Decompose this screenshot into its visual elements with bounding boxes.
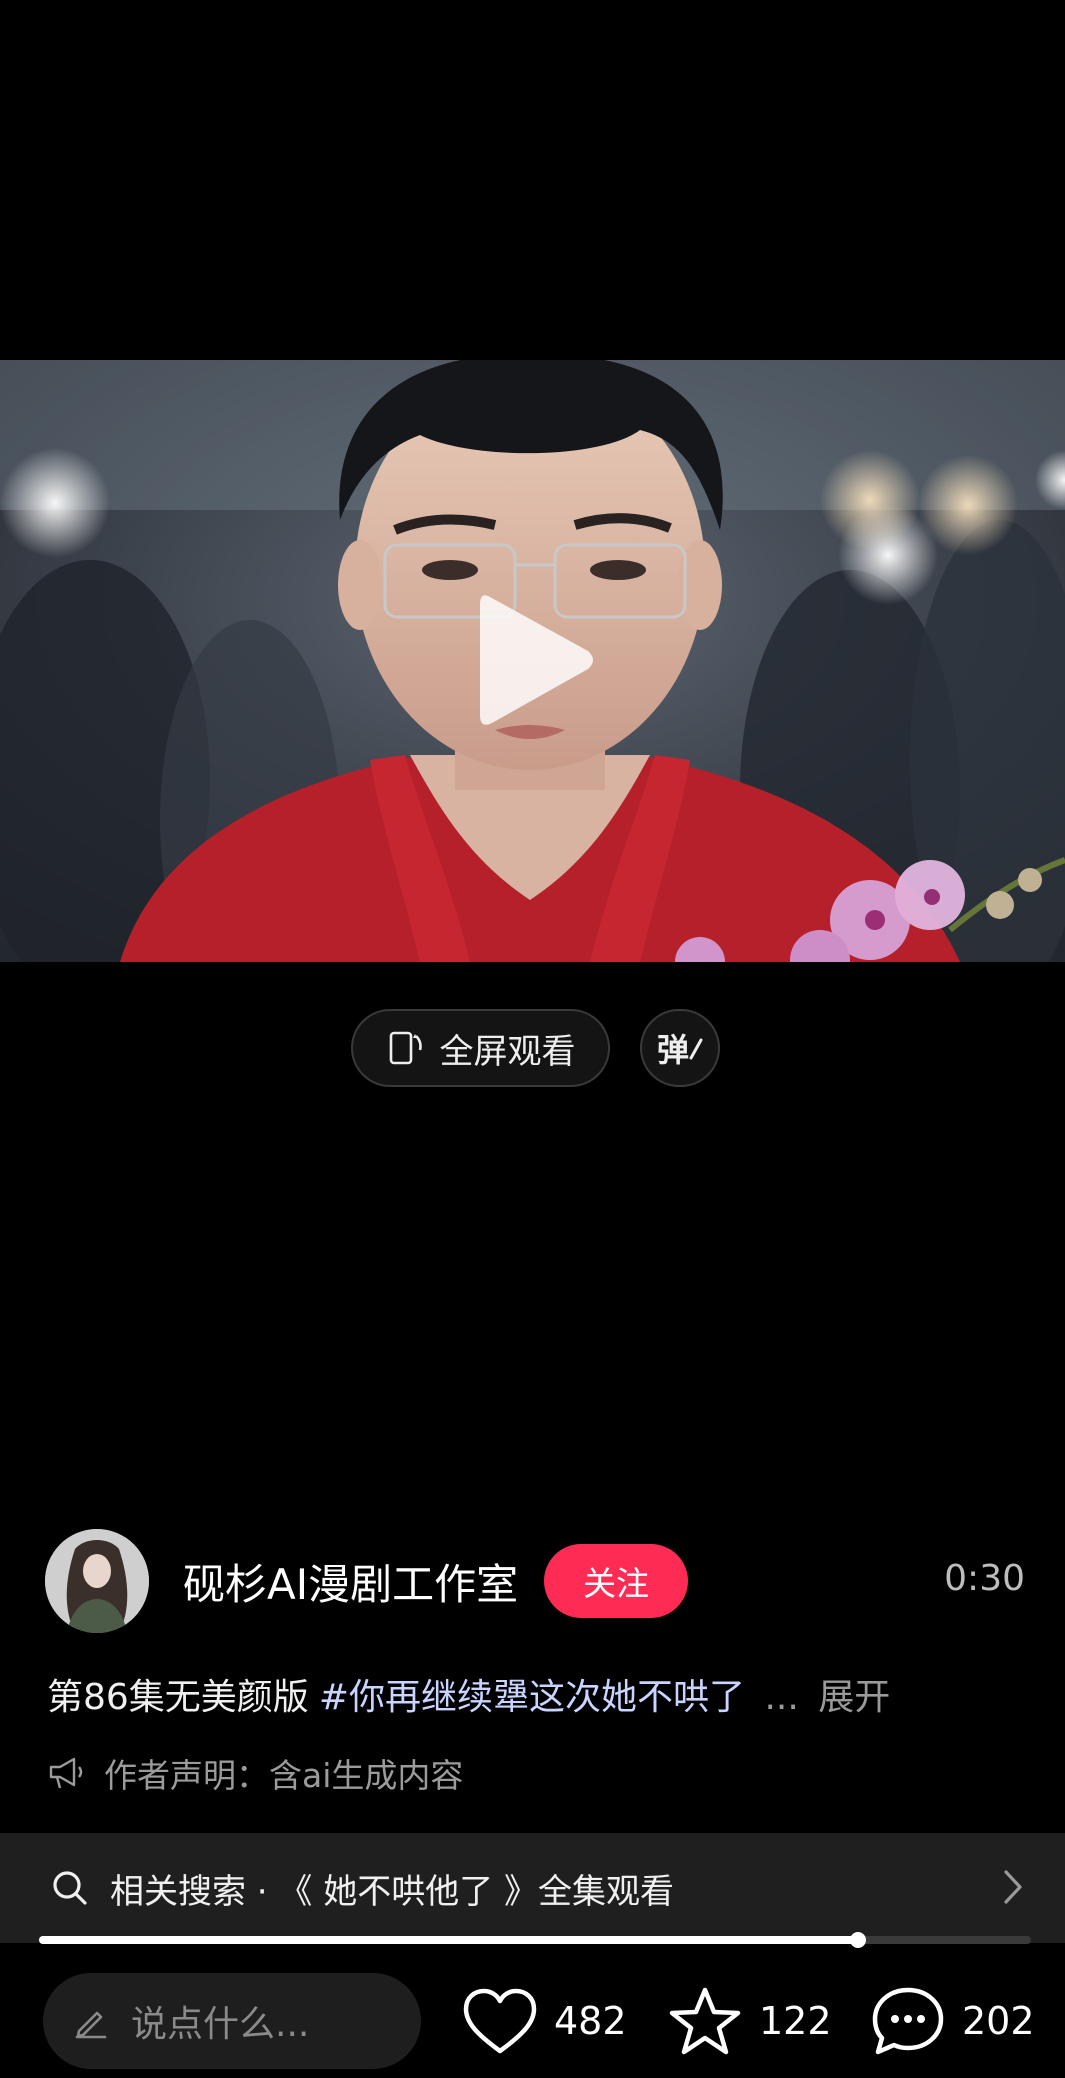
comment-bubble-icon bbox=[872, 1987, 944, 2055]
video-progress-knob[interactable] bbox=[850, 1932, 867, 1948]
comment-count: 202 bbox=[962, 1999, 1035, 2043]
follow-button[interactable]: 关注 bbox=[544, 1544, 689, 1618]
video-description: 第86集无美颜版 #你再继续犟这次她不哄了 ... 展开 bbox=[47, 1668, 1047, 1720]
favorite-count: 122 bbox=[759, 1999, 832, 2043]
expand-link[interactable]: 展开 bbox=[818, 1677, 890, 1718]
play-icon[interactable] bbox=[470, 585, 600, 735]
related-search-bar[interactable]: 相关搜索 · 《 她不哄他了 》全集观看 bbox=[0, 1833, 1065, 1943]
fullscreen-label: 全屏观看 bbox=[439, 1031, 576, 1072]
comment-placeholder: 说点什么... bbox=[131, 2004, 310, 2045]
favorite-button[interactable]: 122 bbox=[667, 1985, 832, 2057]
megaphone-icon bbox=[49, 1757, 83, 1789]
chevron-right-icon bbox=[1004, 1870, 1022, 1904]
danmu-edit-icon bbox=[689, 1038, 703, 1060]
description-ellipsis: ... bbox=[764, 1677, 799, 1718]
rotate-screen-icon bbox=[389, 1031, 422, 1065]
episode-title: 第86集无美颜版 bbox=[47, 1677, 309, 1718]
author-name[interactable]: 砚杉AI漫剧工作室 bbox=[183, 1551, 518, 1612]
hashtag-link[interactable]: #你再继续犟这次她不哄了 bbox=[319, 1677, 745, 1718]
heart-icon bbox=[463, 1988, 537, 2054]
like-count: 482 bbox=[554, 1999, 627, 2043]
comments-button[interactable]: 202 bbox=[870, 1985, 1035, 2057]
search-icon bbox=[53, 1871, 87, 1905]
avatar[interactable] bbox=[45, 1529, 149, 1633]
avatar-image bbox=[45, 1529, 149, 1633]
fullscreen-button[interactable]: 全屏观看 bbox=[351, 1009, 610, 1087]
author-row: 砚杉AI漫剧工作室 关注 0:30 bbox=[45, 1528, 1025, 1634]
author-notice-text: 作者声明：含ai生成内容 bbox=[104, 1756, 464, 1795]
video-duration: 0:30 bbox=[944, 1558, 1025, 1599]
author-notice: 作者声明：含ai生成内容 bbox=[48, 1749, 463, 1797]
comment-input[interactable]: 说点什么... bbox=[43, 1973, 421, 2069]
danmu-toggle-button[interactable]: 弹 bbox=[640, 1009, 720, 1087]
like-button[interactable]: 482 bbox=[462, 1985, 627, 2057]
star-icon bbox=[669, 1987, 741, 2055]
pencil-icon bbox=[75, 2011, 107, 2039]
video-progress-bar[interactable] bbox=[39, 1932, 1031, 1948]
danmu-label: 弹 bbox=[656, 1031, 689, 1069]
related-search-text: 相关搜索 · 《 她不哄他了 》全集观看 bbox=[110, 1871, 675, 1912]
video-progress-fill bbox=[39, 1936, 859, 1944]
